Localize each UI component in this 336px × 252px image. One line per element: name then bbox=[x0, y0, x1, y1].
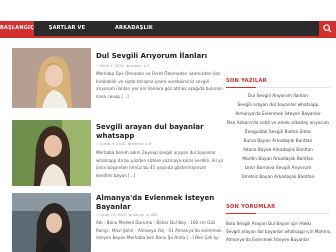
woman-portrait-image bbox=[12, 48, 91, 108]
post-thumbnail-image[interactable] bbox=[12, 48, 91, 108]
clock-icon: ◷ bbox=[96, 64, 100, 68]
post-card: Almanya'da Evlenmek İsteyen Bayanlar ◷Oc… bbox=[12, 193, 224, 252]
recent-post-link[interactable]: Ürretsiz Bayan Arkadaşlık Bantları bbox=[226, 173, 330, 182]
recent-comment-link[interactable]: Sevgili arayan dul bayanlar whatsapp içi… bbox=[226, 228, 330, 236]
nav-item-terms-label: ŞARTLAR VE KURALLAR bbox=[48, 25, 86, 46]
recent-comments-list: Bolu Sevgili Arayan Dul Bayan için Hakkı… bbox=[226, 220, 330, 244]
post-title[interactable]: Almanya'da Evlenmek İsteyen Bayanlar bbox=[96, 194, 224, 212]
recent-comments-heading: SON YORUMLAR bbox=[226, 203, 330, 214]
recent-post-link[interactable]: Adana Bayan Arkadaşlık Bantları bbox=[226, 146, 330, 155]
recent-post-link[interactable]: Almanya'da Evlenmek İsteyen Bayanlar bbox=[226, 110, 330, 119]
recent-post-link[interactable]: Ben Ankara'da ciddi ve erkek arkadaş arı… bbox=[226, 119, 330, 128]
post-comment-count[interactable]: 6 bbox=[149, 142, 151, 146]
woman-portrait-image bbox=[12, 120, 91, 186]
post-comment-count[interactable]: 5 bbox=[147, 64, 149, 68]
nav-item-dating-ads[interactable]: ARKADAŞLIK İLANLARI ▼ bbox=[100, 21, 168, 47]
comment-icon: ▪ bbox=[146, 213, 149, 217]
post-meta: ◷Şubat 9, 2020 ●admin ▪6 bbox=[96, 142, 151, 146]
recent-posts-title: SON YAZILAR bbox=[226, 78, 267, 84]
post-date: Şubat 9, 2020 bbox=[100, 142, 126, 146]
post-thumbnail-image[interactable] bbox=[12, 193, 91, 252]
post-author[interactable]: admin bbox=[133, 213, 144, 217]
recent-post-link[interactable]: Izmir Bornova Sevgili Arıyorum bbox=[226, 164, 330, 173]
recent-comments-title: SON YORUMLAR bbox=[226, 204, 276, 210]
recent-posts-heading: SON YAZILAR bbox=[226, 77, 330, 88]
post-author[interactable]: admin bbox=[130, 64, 141, 68]
user-icon: ● bbox=[126, 64, 130, 68]
post-excerpt: Merhaba Üye Olmadan ve Ücret Ödemeden si… bbox=[96, 71, 223, 99]
recent-post-link[interactable]: Sevgili arayan dul bayanlar whatsapp bbox=[226, 101, 330, 110]
clock-icon: ◷ bbox=[96, 142, 100, 146]
post-title[interactable]: Dul Sevgili Arıyorum İlanları bbox=[96, 52, 224, 61]
post-meta: ◷Ocak 20, 2020 ●admin ▪186 bbox=[96, 213, 157, 217]
nav-search-button[interactable] bbox=[319, 21, 336, 36]
recent-comment-link[interactable]: Bolu Sevgili Arayan Dul Bayan için Hakkı bbox=[226, 220, 330, 228]
search-icon bbox=[323, 24, 332, 33]
user-icon: ● bbox=[127, 142, 131, 146]
post-title[interactable]: Sevgili arayan dul bayanlar whatsapp bbox=[96, 123, 224, 141]
top-header-strip bbox=[0, 0, 336, 21]
nav-item-home-label: BAŞLANGIÇ bbox=[0, 25, 34, 31]
post-card: Dul Sevgili Arıyorum İlanları ◷Ekim 1, 2… bbox=[12, 48, 224, 108]
post-thumbnail-image[interactable] bbox=[12, 120, 91, 186]
post-date: Ekim 1, 2020 bbox=[100, 64, 124, 68]
post-excerpt: Adı : Banu Medeni Durumu : Bekar Dul Boy… bbox=[96, 220, 222, 241]
recent-posts-list: Dul Sevgili Arıyorum İlanları Sevgili ar… bbox=[226, 92, 330, 182]
woman-portrait-image bbox=[12, 193, 91, 252]
main-navigation: BAŞLANGIÇ ŞARTLAR VE KURALLAR ARKADAŞLIK… bbox=[0, 21, 336, 47]
user-icon: ● bbox=[128, 213, 132, 217]
post-comment-count[interactable]: 186 bbox=[150, 213, 157, 217]
comment-icon: ▪ bbox=[145, 142, 148, 146]
recent-post-link[interactable]: Zonguldak Sevgili Bulma Sitesi bbox=[226, 128, 330, 137]
chevron-down-icon: ▼ bbox=[147, 41, 151, 46]
nav-item-home[interactable]: BAŞLANGIÇ bbox=[0, 21, 34, 36]
post-meta: ◷Ekim 1, 2020 ●admin ▪5 bbox=[96, 64, 150, 68]
post-card: Sevgili arayan dul bayanlar whatsapp ◷Şu… bbox=[12, 120, 224, 186]
comment-icon: ▪ bbox=[143, 64, 147, 68]
clock-icon: ◷ bbox=[96, 213, 100, 217]
post-author[interactable]: admin bbox=[132, 142, 143, 146]
recent-post-link[interactable]: Mardin Bayan Arkadaşlık Bantları bbox=[226, 155, 330, 164]
post-excerpt: Merhaba benim adım Zeynep sevgili arayan… bbox=[96, 150, 223, 178]
nav-item-terms[interactable]: ŞARTLAR VE KURALLAR bbox=[38, 21, 96, 46]
recent-post-link[interactable]: Bursa Bayan Arkadaşlık Bantları bbox=[226, 137, 330, 146]
recent-comment-link[interactable]: Almanya'da Evlenmek İsteyen Bayanlar bbox=[226, 236, 330, 244]
post-date: Ocak 20, 2020 bbox=[100, 213, 127, 217]
recent-post-link[interactable]: Dul Sevgili Arıyorum İlanları bbox=[226, 92, 330, 101]
